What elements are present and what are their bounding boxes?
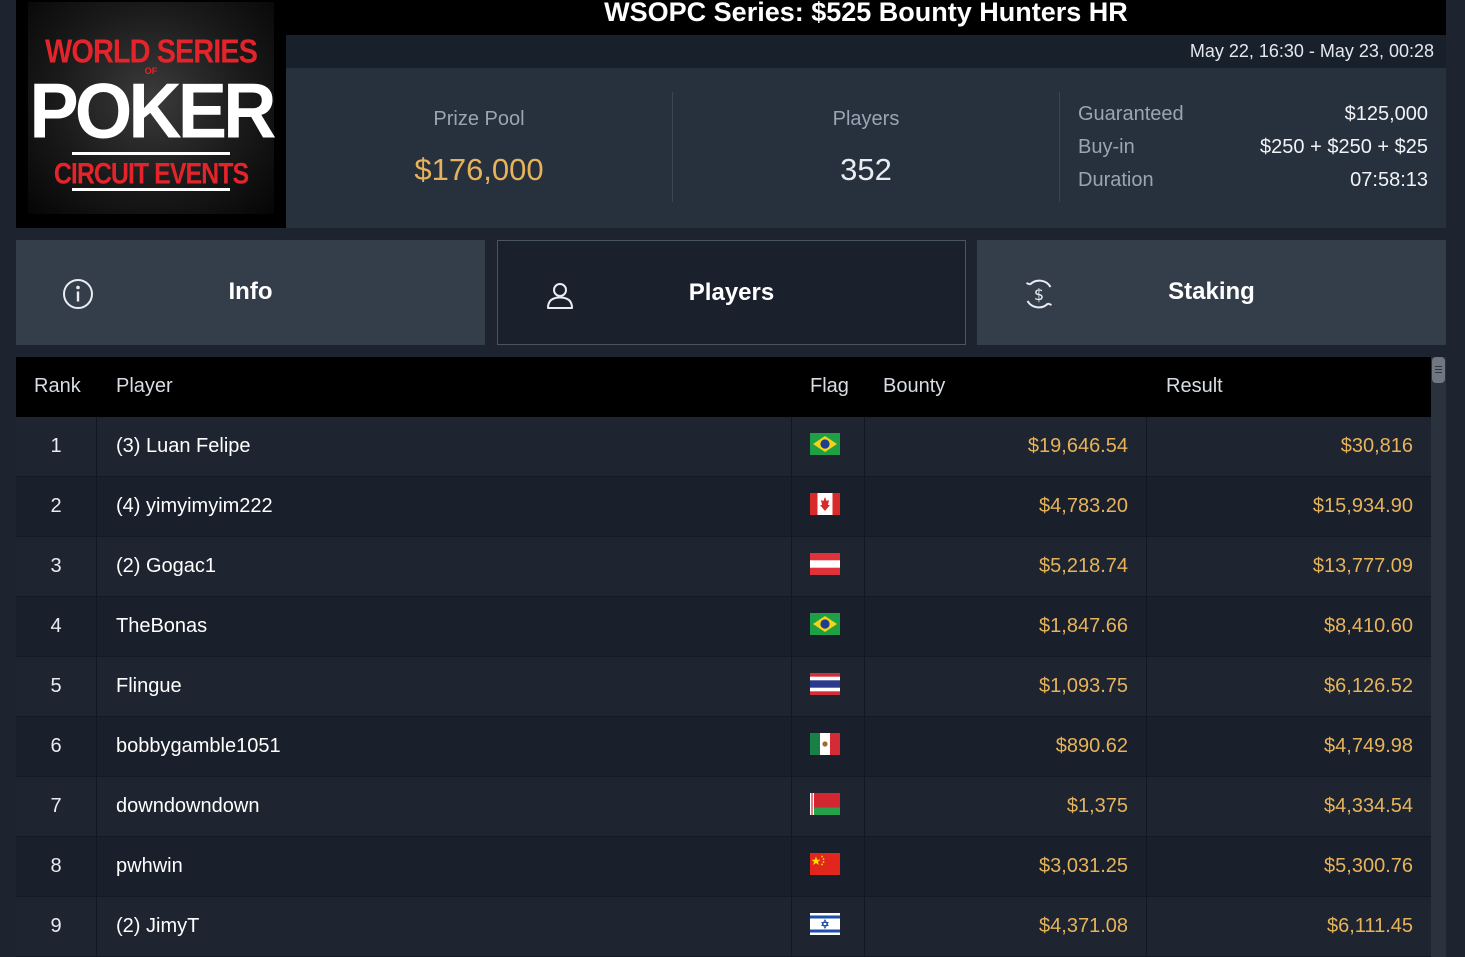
- mexico-flag: [810, 733, 840, 755]
- column-divider: [791, 417, 792, 957]
- bounty-cell: $3,031.25: [1039, 855, 1128, 877]
- bounty-cell: $4,783.20: [1039, 495, 1128, 517]
- result-cell: $6,126.52: [1324, 675, 1413, 697]
- title-bar: WSOPC Series: $525 Bounty Hunters HR: [286, 0, 1446, 35]
- result-cell: $6,111.45: [1326, 915, 1413, 937]
- rank-cell: 1: [50, 435, 62, 457]
- israel-flag: [810, 913, 840, 935]
- duration-label: Duration: [1078, 169, 1154, 191]
- column-header-bounty[interactable]: Bounty: [883, 375, 945, 398]
- table-scrollbar[interactable]: [1431, 357, 1446, 957]
- brazil-flag: [810, 613, 840, 635]
- column-divider: [1146, 417, 1147, 957]
- tournament-stats-panel: Prize Pool $176,000 Players 352 Guarante…: [286, 68, 1446, 228]
- logo-text-poker: POKER: [29, 66, 276, 155]
- rank-cell: 4: [50, 615, 62, 637]
- table-row[interactable]: 9 (2) JimyT $4,371.08 $6,111.45: [16, 897, 1431, 957]
- guaranteed-value: $125,000: [1344, 103, 1428, 125]
- brazil-flag: [810, 433, 840, 455]
- result-cell: $5,300.76: [1324, 855, 1413, 877]
- tab-info-label: Info: [228, 278, 273, 305]
- column-header-result[interactable]: Result: [1166, 375, 1223, 398]
- date-bar: May 22, 16:30 - May 23, 00:28: [286, 35, 1446, 68]
- belarus-flag: [810, 793, 840, 815]
- table-header: Rank Player Flag Bounty Result: [16, 357, 1431, 417]
- rank-cell: 3: [50, 555, 62, 577]
- table-row[interactable]: 8 pwhwin $3,031.25 $5,300.76: [16, 837, 1431, 897]
- bounty-cell: $5,218.74: [1039, 555, 1128, 577]
- table-row[interactable]: 6 bobbygamble1051 $890.62 $4,749.98: [16, 717, 1431, 777]
- result-cell: $30,816: [1340, 435, 1413, 457]
- player-name-cell[interactable]: Flingue: [116, 675, 182, 698]
- column-divider: [864, 417, 865, 957]
- bounty-cell: $1,375: [1066, 795, 1128, 817]
- buyin-label: Buy-in: [1078, 136, 1135, 158]
- thailand-flag: [810, 673, 840, 695]
- tab-players[interactable]: Players: [497, 240, 966, 345]
- logo-text-circuit-events: CIRCUIT EVENTS: [53, 157, 249, 191]
- table-row[interactable]: 3 (2) Gogac1 $5,218.74 $13,777.09: [16, 537, 1431, 597]
- china-flag: [810, 853, 840, 875]
- players-stat: Players 352: [673, 68, 1059, 228]
- rank-cell: 8: [50, 855, 62, 877]
- rank-cell: 6: [50, 735, 62, 757]
- tab-staking[interactable]: $ Staking: [977, 240, 1446, 345]
- table-row[interactable]: 4 TheBonas $1,847.66 $8,410.60: [16, 597, 1431, 657]
- result-cell: $8,410.60: [1324, 615, 1413, 637]
- player-name-cell[interactable]: TheBonas: [116, 615, 207, 638]
- austria-flag: [810, 553, 840, 575]
- result-cell: $13,777.09: [1312, 555, 1413, 577]
- canada-flag: [810, 493, 840, 515]
- tournament-date-range: May 22, 16:30 - May 23, 00:28: [1189, 41, 1434, 61]
- bounty-cell: $890.62: [1055, 735, 1128, 757]
- scrollbar-thumb[interactable]: [1432, 357, 1445, 383]
- result-cell: $15,934.90: [1312, 495, 1413, 517]
- player-name-cell[interactable]: (2) JimyT: [116, 915, 199, 938]
- players-count-value: 352: [840, 152, 892, 187]
- bounty-cell: $1,093.75: [1039, 675, 1128, 697]
- rank-cell: 2: [50, 495, 62, 517]
- column-divider: [96, 417, 97, 957]
- logo-divider: [72, 152, 230, 155]
- prize-pool-value: $176,000: [414, 152, 544, 187]
- rank-cell: 7: [50, 795, 62, 817]
- result-cell: $4,334.54: [1324, 795, 1413, 817]
- rank-cell: 9: [50, 915, 62, 937]
- players-count-label: Players: [832, 108, 900, 130]
- column-header-rank[interactable]: Rank: [34, 375, 81, 398]
- bounty-cell: $1,847.66: [1039, 615, 1128, 637]
- players-table: Rank Player Flag Bounty Result 1 (3) Luan…: [16, 357, 1431, 957]
- logo-divider: [72, 188, 230, 191]
- table-row[interactable]: 5 Flingue $1,093.75 $6,126.52: [16, 657, 1431, 717]
- bounty-cell: $19,646.54: [1027, 435, 1128, 457]
- table-row[interactable]: 1 (3) Luan Felipe $19,646.54 $30,816: [16, 417, 1431, 477]
- wsop-circuit-logo: WORLD SERIES OF POKER CIRCUIT EVENTS: [16, 0, 286, 228]
- prize-pool-label: Prize Pool: [433, 108, 525, 130]
- buyin-value: $250 + $250 + $25: [1260, 136, 1428, 158]
- tab-info[interactable]: Info: [16, 240, 485, 345]
- player-name-cell[interactable]: pwhwin: [116, 855, 183, 878]
- stats-divider: [1059, 92, 1060, 202]
- bounty-cell: $4,371.08: [1039, 915, 1128, 937]
- player-name-cell[interactable]: (2) Gogac1: [116, 555, 216, 578]
- prize-pool-stat: Prize Pool $176,000: [286, 68, 672, 228]
- table-row[interactable]: 7 downdowndown $1,375 $4,334.54: [16, 777, 1431, 837]
- rank-cell: 5: [50, 675, 62, 697]
- column-header-flag[interactable]: Flag: [810, 375, 849, 398]
- tab-staking-label: Staking: [1168, 278, 1255, 305]
- player-name-cell[interactable]: downdowndown: [116, 795, 259, 818]
- table-row[interactable]: 2 (4) yimyimyim222 $4,783.20 $15,934.90: [16, 477, 1431, 537]
- duration-value: 07:58:13: [1350, 169, 1428, 191]
- player-name-cell[interactable]: (4) yimyimyim222: [116, 495, 273, 518]
- tournament-title: WSOPC Series: $525 Bounty Hunters HR: [604, 0, 1128, 27]
- result-cell: $4,749.98: [1324, 735, 1413, 757]
- column-header-player[interactable]: Player: [116, 375, 173, 398]
- tab-players-label: Players: [688, 279, 775, 306]
- player-name-cell[interactable]: bobbygamble1051: [116, 735, 281, 758]
- logo-artwork: WORLD SERIES OF POKER CIRCUIT EVENTS: [28, 2, 277, 214]
- guaranteed-label: Guaranteed: [1078, 103, 1184, 125]
- player-name-cell[interactable]: (3) Luan Felipe: [116, 435, 251, 458]
